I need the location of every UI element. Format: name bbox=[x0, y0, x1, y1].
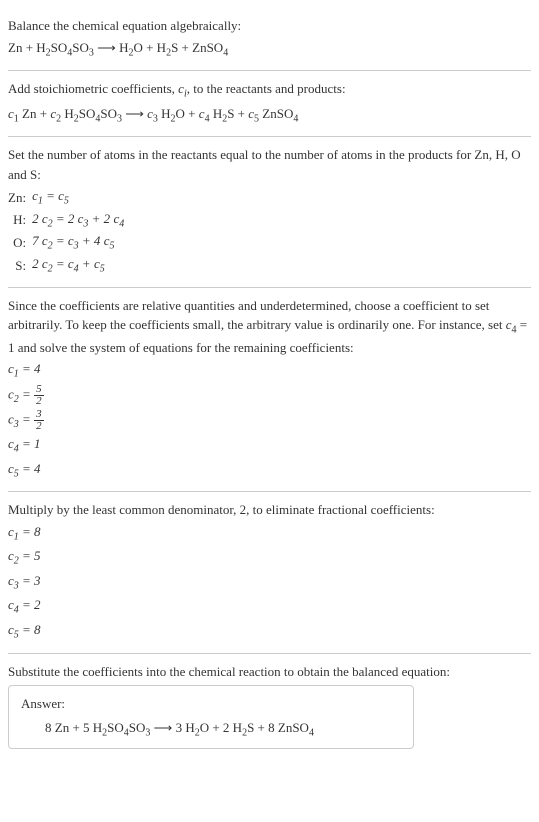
atom-label: S: bbox=[8, 254, 32, 277]
atom-label: O: bbox=[8, 231, 32, 254]
coef-c1: c1 = 8 bbox=[8, 522, 531, 545]
atoms-text: Set the number of atoms in the reactants… bbox=[8, 145, 531, 184]
coef-c5: c5 = 8 bbox=[8, 620, 531, 643]
stoich-equation: c1 Zn + c2 H2SO4SO3 ⟶ c3 H2O + c4 H2S + … bbox=[8, 104, 531, 127]
coef-c3: c3 = 3 bbox=[8, 571, 531, 594]
table-row: O: 7 c2 = c3 + 4 c5 bbox=[8, 231, 130, 254]
section-substitute: Substitute the coefficients into the che… bbox=[8, 654, 531, 758]
problem-text: Balance the chemical equation algebraica… bbox=[8, 16, 531, 36]
section-multiply: Multiply by the least common denominator… bbox=[8, 492, 531, 653]
substitute-text: Substitute the coefficients into the che… bbox=[8, 662, 531, 682]
atom-label: H: bbox=[8, 209, 32, 232]
stoich-text-a: Add stoichiometric coefficients, bbox=[8, 81, 178, 96]
atom-eq: 2 c2 = 2 c3 + 2 c4 bbox=[32, 209, 130, 232]
section-solve: Since the coefficients are relative quan… bbox=[8, 288, 531, 493]
table-row: Zn: c1 = c5 bbox=[8, 186, 130, 209]
answer-label: Answer: bbox=[21, 694, 401, 714]
section-problem: Balance the chemical equation algebraica… bbox=[8, 8, 531, 71]
answer-box: Answer: 8 Zn + 5 H2SO4SO3 ⟶ 3 H2O + 2 H2… bbox=[8, 685, 414, 749]
coef-c2: c2 = 5 bbox=[8, 546, 531, 569]
stoich-text-d: , to the reactants and products: bbox=[187, 81, 346, 96]
unbalanced-equation: Zn + H2SO4SO3 ⟶ H2O + H2S + ZnSO4 bbox=[8, 38, 531, 61]
balanced-equation: 8 Zn + 5 H2SO4SO3 ⟶ 3 H2O + 2 H2S + 8 Zn… bbox=[21, 718, 401, 741]
coef-c1: c1 = 4 bbox=[8, 359, 531, 382]
atom-label: Zn: bbox=[8, 186, 32, 209]
multiply-text: Multiply by the least common denominator… bbox=[8, 500, 531, 520]
solve-text-a: Since the coefficients are relative quan… bbox=[8, 298, 506, 333]
section-stoichiometric: Add stoichiometric coefficients, ci, to … bbox=[8, 71, 531, 137]
coef-c3: c3 = 32 bbox=[8, 409, 531, 432]
coef-c4: c4 = 1 bbox=[8, 434, 531, 457]
atom-eq: c1 = c5 bbox=[32, 186, 130, 209]
section-atoms: Set the number of atoms in the reactants… bbox=[8, 137, 531, 287]
atom-eq: 2 c2 = c4 + c5 bbox=[32, 254, 130, 277]
solve-text-c: and solve the system of equations for th… bbox=[15, 340, 354, 355]
frac-den: 2 bbox=[34, 421, 44, 432]
coef-c4: c4 = 2 bbox=[8, 595, 531, 618]
atoms-table: Zn: c1 = c5 H: 2 c2 = 2 c3 + 2 c4 O: 7 c… bbox=[8, 186, 130, 276]
coef-c2: c2 = 52 bbox=[8, 384, 531, 407]
stoich-text: Add stoichiometric coefficients, ci, to … bbox=[8, 79, 531, 102]
table-row: S: 2 c2 = c4 + c5 bbox=[8, 254, 130, 277]
coef-c5: c5 = 4 bbox=[8, 459, 531, 482]
atom-eq: 7 c2 = c3 + 4 c5 bbox=[32, 231, 130, 254]
solve-text: Since the coefficients are relative quan… bbox=[8, 296, 531, 358]
frac-den: 2 bbox=[34, 396, 44, 407]
table-row: H: 2 c2 = 2 c3 + 2 c4 bbox=[8, 209, 130, 232]
